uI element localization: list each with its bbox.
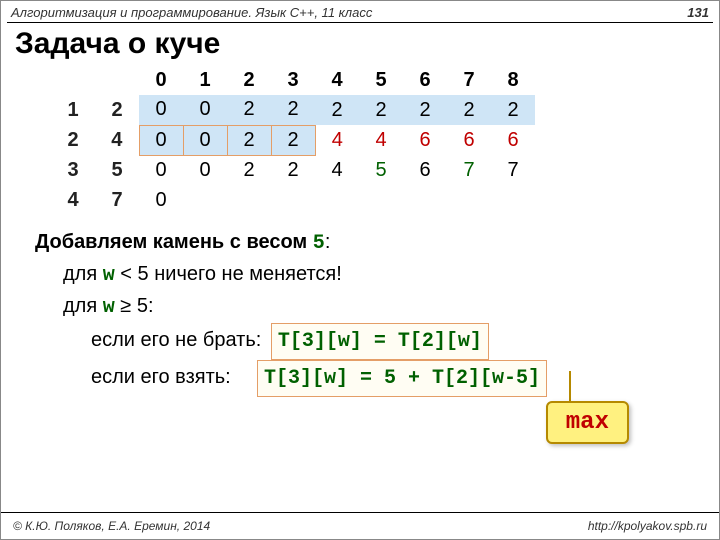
content: 0 1 2 3 4 5 6 7 8 1 2 0 0 2 2 2 2 2 2 2 …	[1, 65, 719, 397]
line-5: если его взять: T[3][w] = 5 + T[2][w-5]	[35, 360, 699, 397]
copyright: © К.Ю. Поляков, Е.А. Еремин, 2014	[13, 519, 210, 533]
table-row: 0 1 2 3 4 5 6 7 8	[51, 65, 535, 95]
table-row: 2 4 0 0 2 2 4 4 6 6 6	[51, 125, 535, 155]
header: Алгоритмизация и программирование. Язык …	[1, 1, 719, 22]
course-title: Алгоритмизация и программирование. Язык …	[11, 5, 372, 20]
table-row: 4 7 0	[51, 185, 535, 215]
line-2: для w < 5 ничего не меняется!	[35, 259, 699, 291]
line-1: Добавляем камень с весом 5:	[35, 227, 699, 259]
max-callout: max	[546, 401, 629, 444]
callout-connector	[569, 371, 571, 403]
line-4: если его не брать: T[3][w] = T[2][w]	[35, 323, 699, 360]
header-rule	[7, 22, 713, 23]
footer: © К.Ю. Поляков, Е.А. Еремин, 2014 http:/…	[1, 512, 719, 539]
dp-table: 0 1 2 3 4 5 6 7 8 1 2 0 0 2 2 2 2 2 2 2 …	[51, 65, 536, 215]
page-title: Задача о куче	[1, 27, 719, 65]
page-number: 131	[687, 5, 709, 20]
table-row: 1 2 0 0 2 2 2 2 2 2 2	[51, 95, 535, 125]
table-row: 3 5 0 0 2 2 4 5 6 7 7	[51, 155, 535, 185]
footer-url: http://kpolyakov.spb.ru	[588, 519, 707, 533]
explanation: Добавляем камень с весом 5: для w < 5 ни…	[21, 215, 699, 397]
line-3: для w ≥ 5:	[35, 291, 699, 323]
